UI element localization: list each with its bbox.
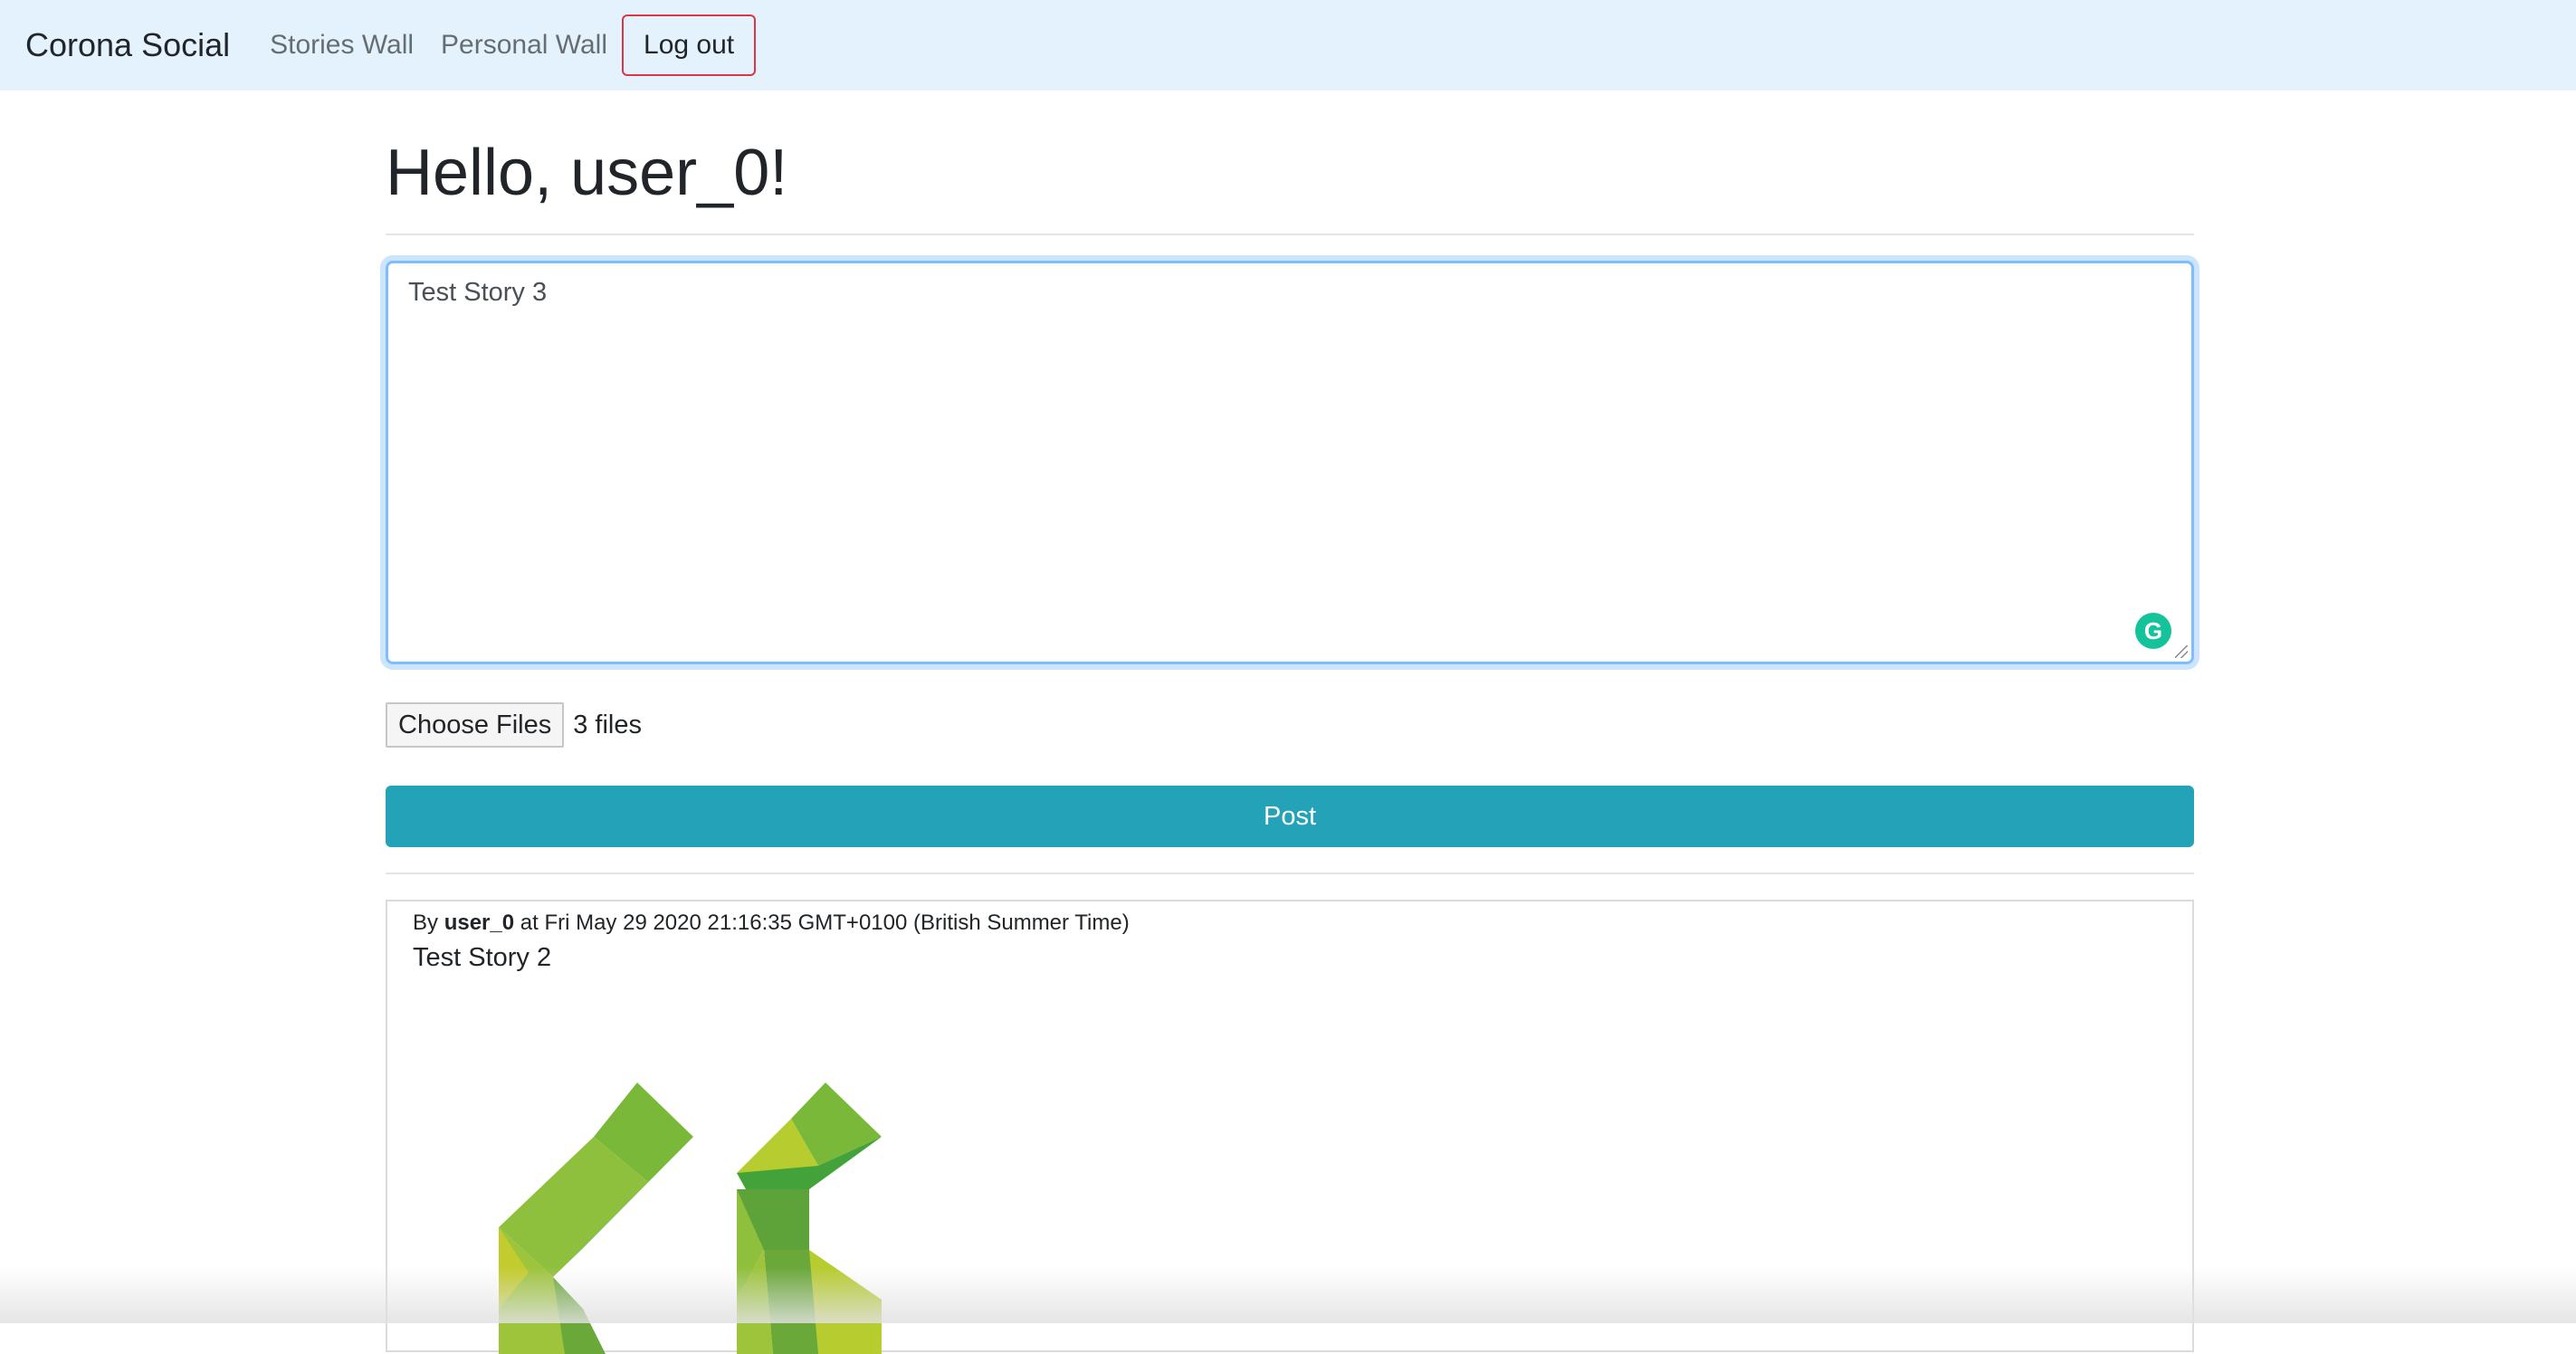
grammarly-icon[interactable]: G xyxy=(2135,613,2171,649)
divider xyxy=(386,234,2194,235)
page-title: Hello, user_0! xyxy=(386,137,788,209)
story-text: Test Story 2 xyxy=(413,943,552,972)
resize-handle-icon[interactable] xyxy=(2175,645,2188,658)
nav-link-personal-wall[interactable]: Personal Wall xyxy=(441,30,607,61)
top-navbar: Corona Social Stories Wall Personal Wall… xyxy=(0,0,2576,91)
nav-link-stories-wall[interactable]: Stories Wall xyxy=(270,30,414,61)
story-meta: By user_0 at Fri May 29 2020 21:16:35 GM… xyxy=(413,911,1130,936)
story-author: user_0 xyxy=(444,911,515,935)
brand-link[interactable]: Corona Social xyxy=(25,26,230,64)
story-at-label: at xyxy=(520,911,539,935)
post-button[interactable]: Post xyxy=(386,786,2194,847)
story-by-label: By xyxy=(413,911,439,935)
file-count-label: 3 files xyxy=(573,710,643,739)
logout-button[interactable]: Log out xyxy=(622,14,757,76)
story-timestamp: Fri May 29 2020 21:16:35 GMT+0100 (Briti… xyxy=(544,911,1130,935)
story-textarea-value: Test Story 3 xyxy=(408,278,548,307)
choose-files-button[interactable]: Choose Files xyxy=(386,702,565,748)
window-bottom-shadow xyxy=(0,1267,2576,1323)
divider xyxy=(386,872,2194,874)
story-textarea[interactable]: Test Story 3 G xyxy=(386,261,2194,664)
file-input: Choose Files 3 files xyxy=(386,702,642,748)
